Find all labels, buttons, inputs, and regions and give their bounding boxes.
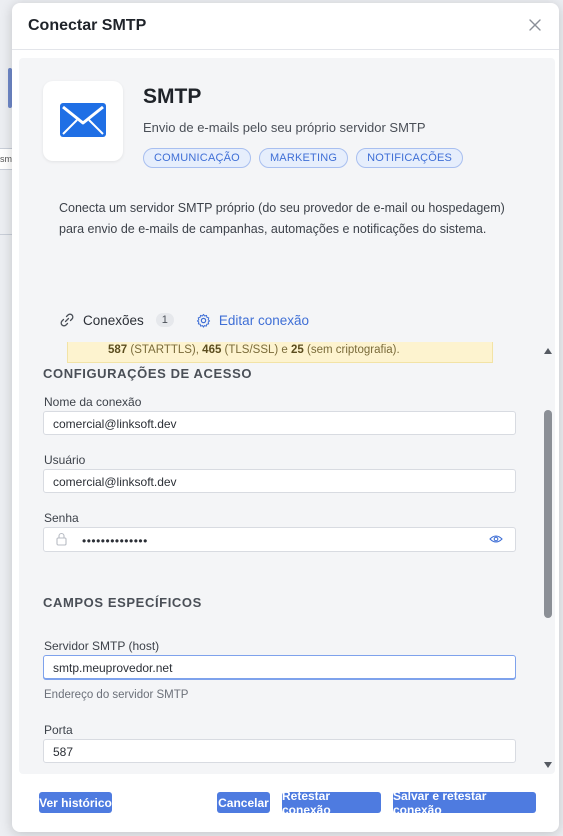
envelope-icon: [60, 103, 106, 137]
tag-communication: COMUNICAÇÃO: [143, 148, 251, 168]
scroll-up-arrow[interactable]: [544, 348, 552, 354]
connections-count-badge: 1: [155, 313, 174, 327]
password-field[interactable]: ••••••••••••••: [43, 527, 516, 552]
view-history-button[interactable]: Ver histórico: [39, 792, 112, 813]
smtp-host-label: Servidor SMTP (host): [44, 639, 160, 653]
tab-connections-label: Conexões: [83, 312, 144, 328]
tab-connections[interactable]: Conexões 1: [59, 312, 174, 328]
connection-form-scroll[interactable]: 587 (STARTTLS), 465 (TLS/SSL) e 25 (sem …: [19, 342, 555, 774]
user-label: Usuário: [44, 453, 86, 467]
connect-smtp-modal: Conectar SMTP SMTP Envio de e-mails pelo…: [12, 3, 559, 832]
modal-header: Conectar SMTP: [12, 3, 559, 50]
access-settings-heading: CONFIGURAÇÕES DE ACESSO: [43, 366, 253, 381]
notice-text-1: (STARTTLS),: [127, 344, 203, 356]
notice-text-3: (sem criptografia).: [303, 344, 400, 356]
smtp-host-help: Endereço do servidor SMTP: [44, 689, 189, 701]
user-field[interactable]: comercial@linksoft.dev: [43, 469, 516, 493]
connection-name-field[interactable]: comercial@linksoft.dev: [43, 411, 516, 435]
lock-icon: [56, 532, 67, 546]
port-label: Porta: [44, 723, 73, 737]
cancel-button[interactable]: Cancelar: [217, 792, 270, 813]
notice-port-465: 465: [202, 344, 222, 356]
notice-text-2: (TLS/SSL) e: [221, 344, 292, 356]
close-button[interactable]: [525, 15, 545, 35]
notice-port-587: 587: [108, 344, 128, 356]
modal-footer: Ver histórico Cancelar Retestar conexão …: [12, 782, 559, 832]
tag-marketing: MARKETING: [258, 148, 349, 168]
port-notice: 587 (STARTTLS), 465 (TLS/SSL) e 25 (sem …: [67, 342, 493, 363]
tab-edit-connection-label: Editar conexão: [218, 312, 309, 328]
connection-tabs: Conexões 1 Editar conexão: [59, 307, 309, 333]
app-long-description: Conecta um servidor SMTP próprio (do seu…: [59, 201, 505, 236]
smtp-host-field[interactable]: smtp.meuprovedor.net: [43, 655, 516, 679]
save-and-retest-button[interactable]: Salvar e retestar conexão: [393, 789, 536, 817]
eye-icon[interactable]: [489, 534, 503, 544]
scroll-down-arrow[interactable]: [544, 762, 552, 768]
background-divider: [0, 234, 12, 235]
notice-port-25: 25: [291, 344, 304, 356]
app-description: Envio de e-mails pelo seu próprio servid…: [143, 120, 426, 135]
scrollbar-thumb[interactable]: [544, 410, 552, 618]
link-icon: [60, 313, 74, 327]
password-value: ••••••••••••••: [82, 534, 148, 548]
retest-connection-button[interactable]: Retestar conexão: [282, 789, 381, 817]
app-name: SMTP: [143, 85, 202, 108]
form-scrollbar[interactable]: [543, 348, 553, 768]
close-icon: [529, 19, 541, 31]
gear-icon: [196, 313, 211, 328]
tab-edit-connection[interactable]: Editar conexão: [196, 313, 309, 328]
password-label: Senha: [44, 511, 79, 525]
modal-title: Conectar SMTP: [28, 17, 147, 34]
modal-content: SMTP Envio de e-mails pelo seu próprio s…: [19, 58, 555, 774]
connection-name-label: Nome da conexão: [44, 395, 142, 409]
tag-notifications: NOTIFICAÇÕES: [356, 148, 464, 168]
tag-list: COMUNICAÇÃO MARKETING NOTIFICAÇÕES: [143, 148, 464, 168]
app-icon-card: [43, 81, 123, 161]
port-field[interactable]: 587: [43, 739, 516, 763]
specific-fields-heading: CAMPOS ESPECÍFICOS: [43, 595, 202, 610]
